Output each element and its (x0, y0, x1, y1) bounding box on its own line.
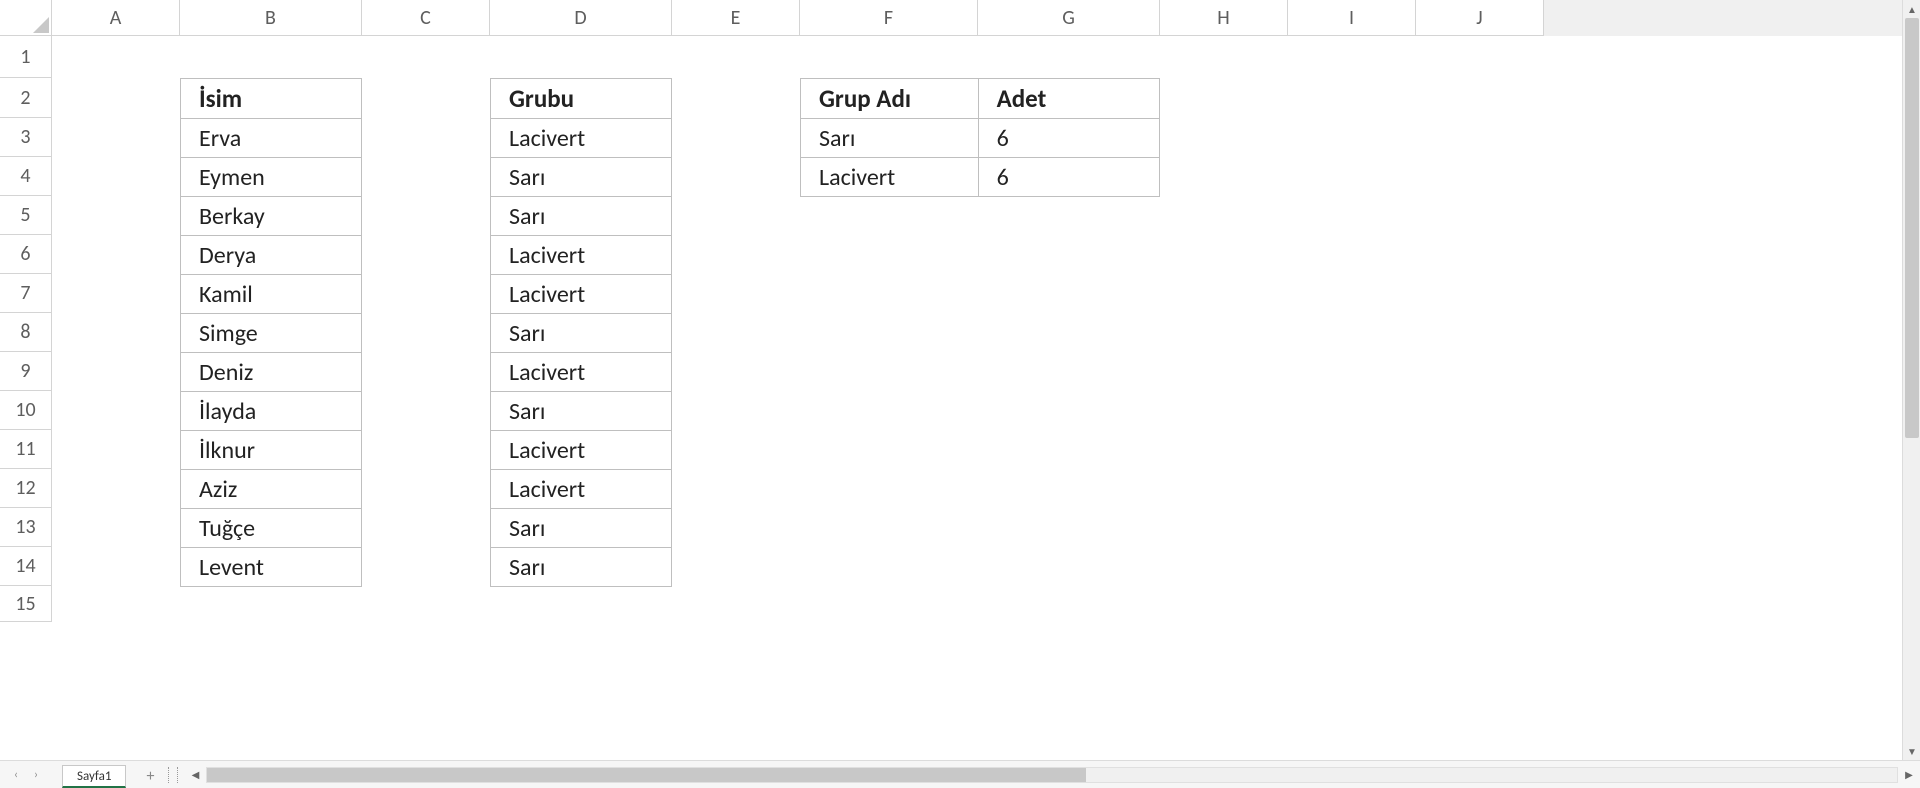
splitter-handle-icon[interactable] (168, 767, 178, 783)
header-grup-adi[interactable]: Grup Adı (801, 79, 979, 119)
cell[interactable]: Berkay (181, 197, 362, 236)
cell[interactable]: Tuğçe (181, 509, 362, 548)
row-header-6[interactable]: 6 (0, 235, 52, 274)
row-header-10[interactable]: 10 (0, 391, 52, 430)
cell[interactable]: Lacivert (491, 431, 672, 470)
cell[interactable]: Sarı (491, 314, 672, 353)
col-header-A[interactable]: A (52, 0, 180, 36)
scroll-down-arrow-icon[interactable]: ▼ (1903, 742, 1920, 760)
col-header-G[interactable]: G (978, 0, 1160, 36)
col-header-F[interactable]: F (800, 0, 978, 36)
cell[interactable]: Lacivert (491, 236, 672, 275)
col-header-D[interactable]: D (490, 0, 672, 36)
cell[interactable]: Kamil (181, 275, 362, 314)
col-header-C[interactable]: C (362, 0, 490, 36)
cell[interactable]: Sarı (491, 548, 672, 587)
cell[interactable]: İlayda (181, 392, 362, 431)
col-header-H[interactable]: H (1160, 0, 1288, 36)
cell[interactable]: Erva (181, 119, 362, 158)
row-header-3[interactable]: 3 (0, 118, 52, 157)
cell[interactable]: Sarı (491, 197, 672, 236)
table-summary: Grup Adı Adet Sarı 6 Lacivert 6 (800, 78, 1160, 197)
cell[interactable]: Lacivert (491, 119, 672, 158)
horizontal-scrollbar-thumb[interactable] (207, 768, 1086, 782)
cell[interactable]: Aziz (181, 470, 362, 509)
col-header-B[interactable]: B (180, 0, 362, 36)
select-all-triangle-icon (33, 17, 49, 33)
row-header-8[interactable]: 8 (0, 313, 52, 352)
row-header-5[interactable]: 5 (0, 196, 52, 235)
bottom-bar: ‹ › Sayfa1 + ◀ ▶ (0, 760, 1920, 788)
col-header-E[interactable]: E (672, 0, 800, 36)
select-all-corner[interactable] (0, 0, 52, 36)
header-adet[interactable]: Adet (978, 79, 1159, 119)
scroll-up-arrow-icon[interactable]: ▲ (1903, 0, 1920, 18)
header-isim[interactable]: İsim (181, 79, 362, 119)
cell[interactable]: Simge (181, 314, 362, 353)
col-header-J[interactable]: J (1416, 0, 1544, 36)
add-sheet-button[interactable]: + (138, 764, 162, 788)
cell[interactable]: Deniz (181, 353, 362, 392)
sheet-tab-active[interactable]: Sayfa1 (62, 765, 126, 788)
prev-sheet-icon[interactable]: ‹ (6, 765, 26, 785)
table-grubu: Grubu Lacivert Sarı Sarı Lacivert Lacive… (490, 78, 672, 587)
sheet-tabs: Sayfa1 + (62, 761, 162, 788)
column-header-row: A B C D E F G H I J (0, 0, 1902, 36)
cell[interactable]: Levent (181, 548, 362, 587)
scroll-right-arrow-icon[interactable]: ▶ (1900, 766, 1918, 784)
table-isim: İsim Erva Eymen Berkay Derya Kamil Simge… (180, 78, 362, 587)
row-header-7[interactable]: 7 (0, 274, 52, 313)
cell[interactable]: Eymen (181, 158, 362, 197)
row-header-9[interactable]: 9 (0, 352, 52, 391)
row-header-12[interactable]: 12 (0, 469, 52, 508)
row-header-2[interactable]: 2 (0, 78, 52, 118)
horizontal-scrollbar[interactable] (206, 767, 1898, 783)
cell[interactable]: İlknur (181, 431, 362, 470)
row-header-column: 1 2 3 4 5 6 7 8 9 10 11 12 13 14 15 (0, 36, 52, 760)
cell[interactable]: Sarı (491, 509, 672, 548)
sheet-nav: ‹ › (0, 761, 52, 788)
row-header-11[interactable]: 11 (0, 430, 52, 469)
cell[interactable]: Sarı (801, 119, 979, 158)
vertical-scrollbar-thumb[interactable] (1905, 18, 1919, 438)
row-header-1[interactable]: 1 (0, 36, 52, 78)
col-header-I[interactable]: I (1288, 0, 1416, 36)
next-sheet-icon[interactable]: › (26, 765, 46, 785)
cell[interactable]: Lacivert (491, 470, 672, 509)
cell[interactable]: Sarı (491, 158, 672, 197)
grid-body[interactable]: İsim Erva Eymen Berkay Derya Kamil Simge… (52, 36, 1902, 760)
cell[interactable]: Derya (181, 236, 362, 275)
row-header-15[interactable]: 15 (0, 586, 52, 622)
cell[interactable]: 6 (978, 158, 1159, 197)
horizontal-scroll-zone: ◀ ▶ (162, 761, 1920, 788)
row-header-4[interactable]: 4 (0, 157, 52, 196)
spreadsheet-area: A B C D E F G H I J 1 2 3 4 5 6 7 8 9 10… (0, 0, 1902, 760)
cell[interactable]: Lacivert (801, 158, 979, 197)
cell[interactable]: 6 (978, 119, 1159, 158)
vertical-scrollbar[interactable]: ▲ ▼ (1902, 0, 1920, 760)
cell[interactable]: Lacivert (491, 353, 672, 392)
row-header-14[interactable]: 14 (0, 547, 52, 586)
plus-icon: + (146, 767, 154, 786)
row-header-13[interactable]: 13 (0, 508, 52, 547)
header-grubu[interactable]: Grubu (491, 79, 672, 119)
cell[interactable]: Sarı (491, 392, 672, 431)
scroll-left-arrow-icon[interactable]: ◀ (186, 766, 204, 784)
cell[interactable]: Lacivert (491, 275, 672, 314)
